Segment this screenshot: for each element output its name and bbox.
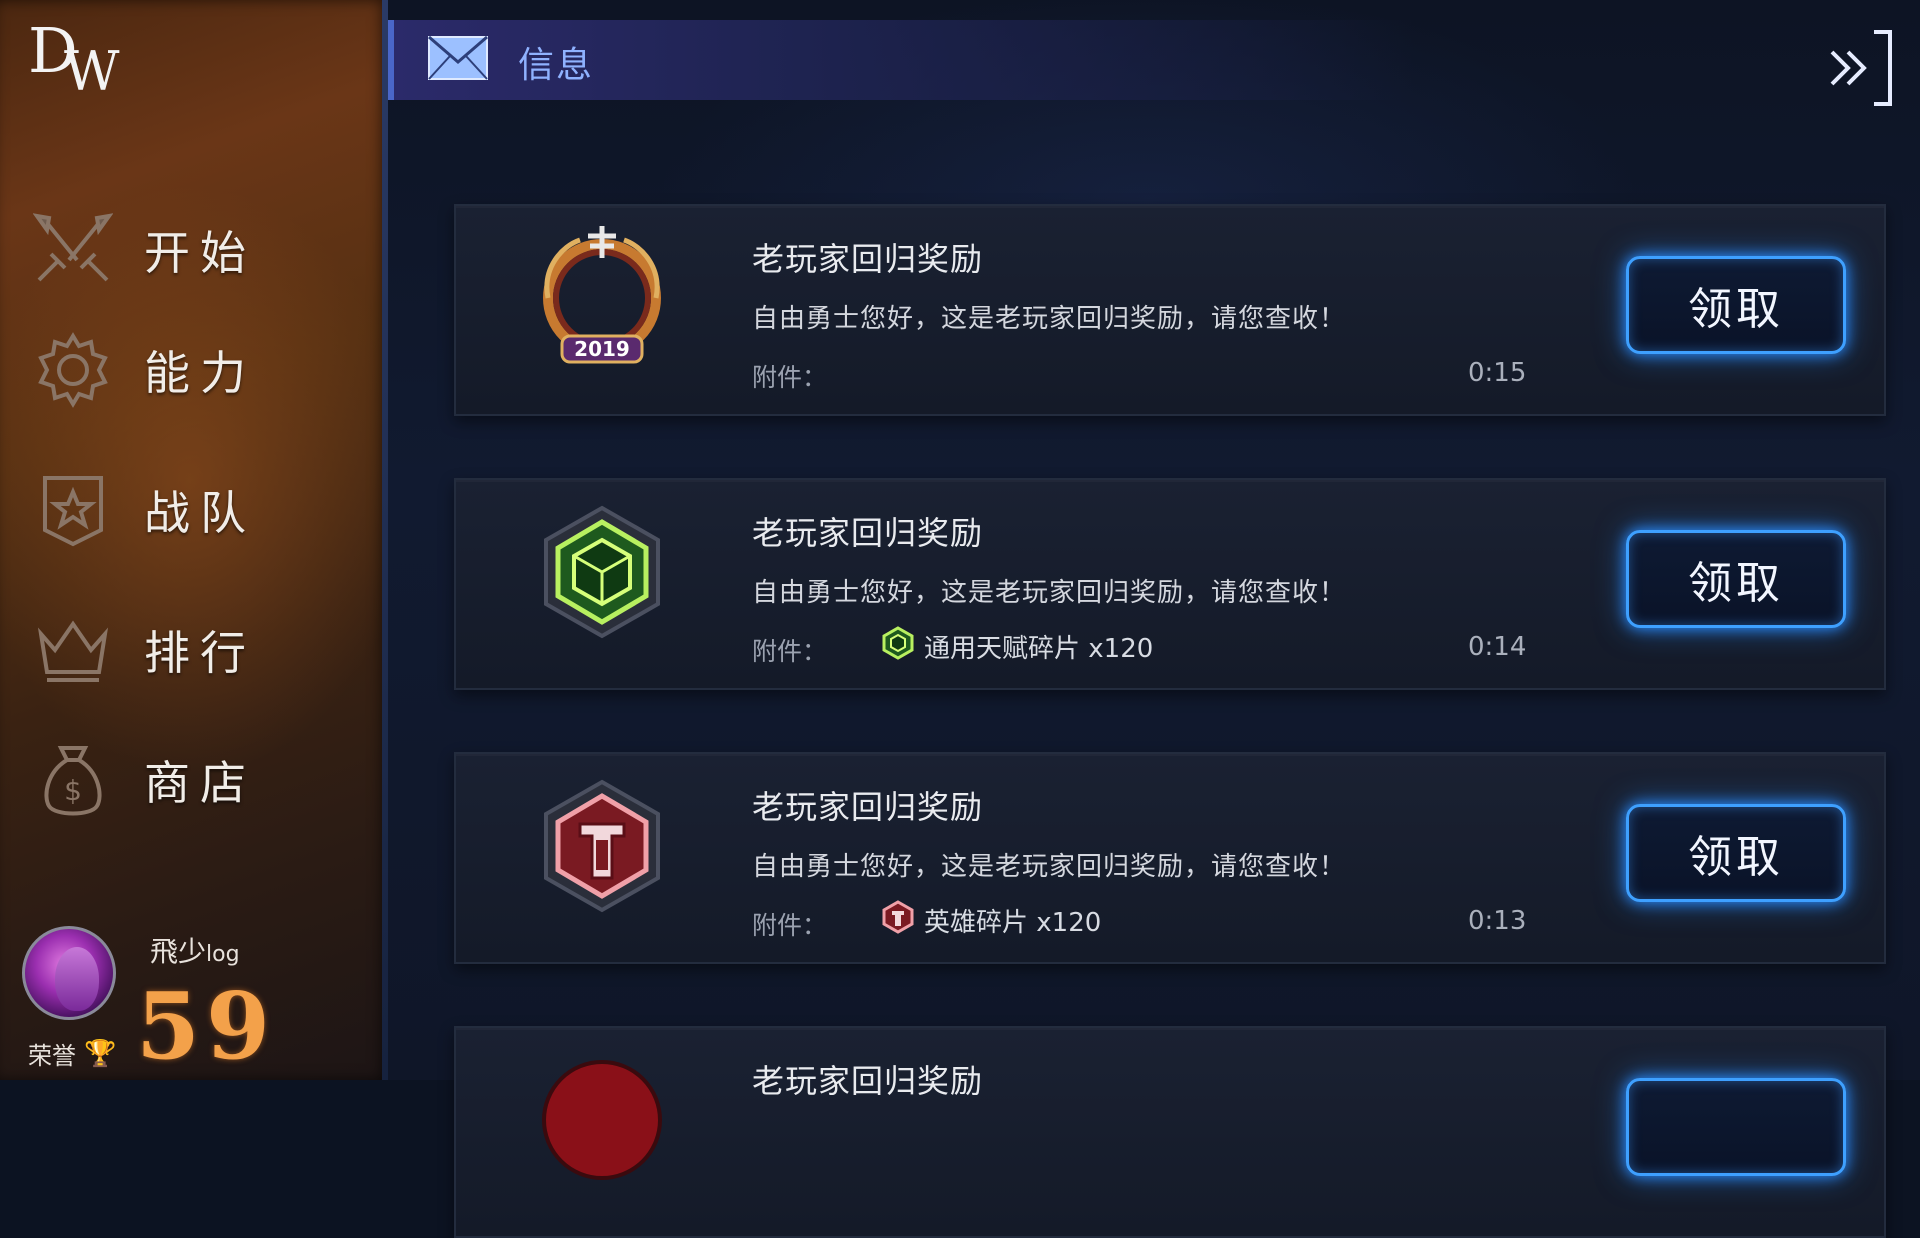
svg-text:$: $ <box>64 774 82 807</box>
mail-item[interactable]: 2019 老玩家回归奖励 自由勇士您好，这是老玩家回归奖励，请您查收！ 附件： … <box>454 204 1886 416</box>
nav-ability-label: 能力 <box>144 346 256 400</box>
money-bag-icon: $ <box>30 737 116 823</box>
shield-star-icon <box>30 467 116 553</box>
attachment-label: 附件： <box>752 363 828 392</box>
green-talent-gem-icon <box>532 492 672 652</box>
crossed-swords-icon <box>30 207 116 293</box>
mail-panel: 信息 2019 老玩家回归奖励 自由勇士您好，这是老玩家回归奖励，请您查收！ 附… <box>388 0 1920 1238</box>
red-reward-icon <box>532 1040 672 1200</box>
panel-header: 信息 <box>388 20 1414 100</box>
anniversary-2019-badge-icon: 2019 <box>532 218 672 378</box>
nav-shop-label: 商店 <box>144 756 256 810</box>
mail-icon <box>428 35 488 84</box>
mail-title: 老玩家回归奖励 <box>752 240 984 278</box>
mail-message: 自由勇士您好，这是老玩家回归奖励，请您查收！ <box>752 578 1347 608</box>
mail-title: 老玩家回归奖励 <box>752 514 984 552</box>
nav-start[interactable]: 开始 <box>30 200 370 300</box>
game-logo: D W <box>28 14 120 103</box>
mail-title: 老玩家回归奖励 <box>752 788 984 826</box>
claim-button[interactable]: 领取 <box>1626 804 1846 902</box>
claim-button[interactable]: 领取 <box>1626 530 1846 628</box>
svg-text:2019: 2019 <box>574 337 630 361</box>
mail-message: 自由勇士您好，这是老玩家回归奖励，请您查收！ <box>752 852 1347 882</box>
mail-time: 0:13 <box>1468 906 1527 936</box>
player-level: 59 <box>136 972 277 1080</box>
attachment-item: 通用天赋碎片 x120 <box>882 626 1153 667</box>
mail-item[interactable]: 老玩家回归奖励 自由勇士您好，这是老玩家回归奖励，请您查收！ 附件： 通用天赋碎… <box>454 478 1886 690</box>
nav-team-label: 战队 <box>144 486 256 540</box>
mail-title: 老玩家回归奖励 <box>752 1062 984 1100</box>
nav-ranking[interactable]: 排行 <box>30 600 370 700</box>
player-avatar[interactable] <box>22 926 116 1020</box>
mail-time: 0:14 <box>1468 632 1527 662</box>
attachment-item: 英雄碎片 x120 <box>882 900 1101 941</box>
crown-icon <box>30 607 116 693</box>
attachment-label: 附件： <box>752 637 828 666</box>
claim-button[interactable]: 领取 <box>1626 256 1846 354</box>
red-hero-shard-icon <box>532 766 672 926</box>
mail-item[interactable]: 老玩家回归奖励 <box>454 1026 1886 1238</box>
mail-message: 自由勇士您好，这是老玩家回归奖励，请您查收！ <box>752 304 1347 334</box>
nav-ranking-label: 排行 <box>144 626 256 680</box>
sidebar: D W 开始 能力 战队 排行 $ 商店 飛少log 59 荣誉 🏆 <box>0 0 388 1080</box>
nav-shop[interactable]: $ 商店 <box>30 730 370 830</box>
talent-shard-icon <box>882 626 914 667</box>
nav-team[interactable]: 战队 <box>30 460 370 560</box>
nav-ability[interactable]: 能力 <box>30 320 370 420</box>
mail-time: 0:15 <box>1468 358 1527 388</box>
collapse-panel-button[interactable] <box>1818 22 1898 112</box>
attachment-label: 附件： <box>752 911 828 940</box>
mail-item[interactable]: 老玩家回归奖励 自由勇士您好，这是老玩家回归奖励，请您查收！ 附件： 英雄碎片 … <box>454 752 1886 964</box>
player-name: 飛少log <box>150 935 240 968</box>
trophy-icon: 🏆 <box>84 1038 117 1069</box>
claim-button[interactable] <box>1626 1078 1846 1176</box>
gear-icon <box>30 327 116 413</box>
panel-title: 信息 <box>518 45 595 86</box>
collapse-panel-icon <box>1830 30 1892 106</box>
nav-start-label: 开始 <box>144 226 256 280</box>
honor-label: 荣誉 🏆 <box>28 1038 117 1071</box>
hero-shard-icon <box>882 900 914 941</box>
